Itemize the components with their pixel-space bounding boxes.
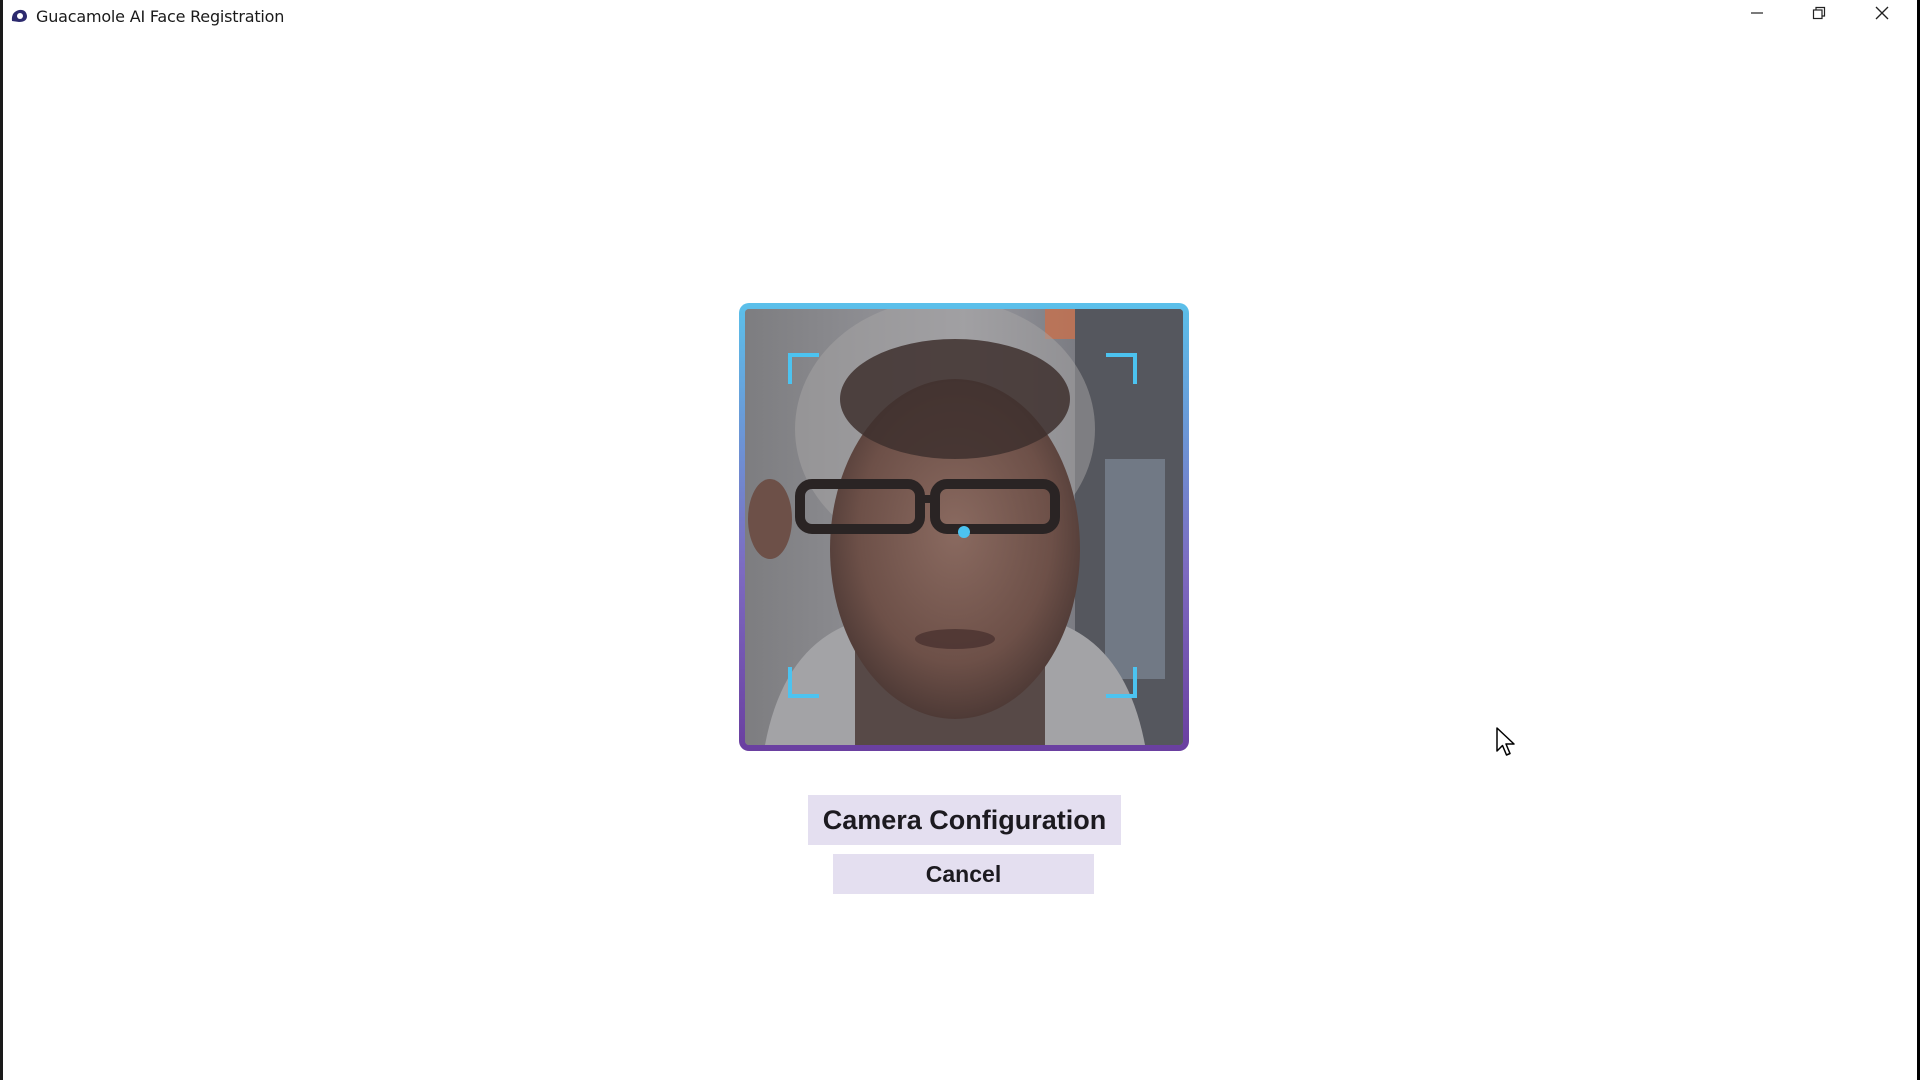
minimize-icon bbox=[1750, 6, 1764, 25]
minimize-button[interactable] bbox=[1726, 0, 1788, 30]
camera-configuration-button[interactable]: Camera Configuration bbox=[808, 795, 1121, 845]
app-logo-icon bbox=[9, 7, 29, 25]
close-icon bbox=[1875, 6, 1889, 25]
app-window: Guacamole AI Face Registration Camera Co… bbox=[0, 0, 1917, 1080]
face-guide-overlay bbox=[788, 353, 1137, 698]
cancel-button[interactable]: Cancel bbox=[833, 854, 1094, 894]
title-bar[interactable]: Guacamole AI Face Registration bbox=[3, 0, 1917, 32]
camera-feed bbox=[745, 309, 1183, 745]
restore-button[interactable] bbox=[1788, 0, 1850, 30]
window-title: Guacamole AI Face Registration bbox=[36, 7, 285, 26]
face-guide-corner-top-right bbox=[1106, 353, 1137, 384]
face-guide-corner-top-left bbox=[788, 353, 819, 384]
face-center-dot bbox=[958, 526, 970, 538]
face-guide-corner-bottom-right bbox=[1106, 667, 1137, 698]
restore-icon bbox=[1812, 6, 1826, 25]
mouse-cursor-icon bbox=[1496, 727, 1518, 759]
camera-preview-frame bbox=[739, 303, 1189, 751]
close-button[interactable] bbox=[1851, 0, 1913, 30]
face-guide-corner-bottom-left bbox=[788, 667, 819, 698]
